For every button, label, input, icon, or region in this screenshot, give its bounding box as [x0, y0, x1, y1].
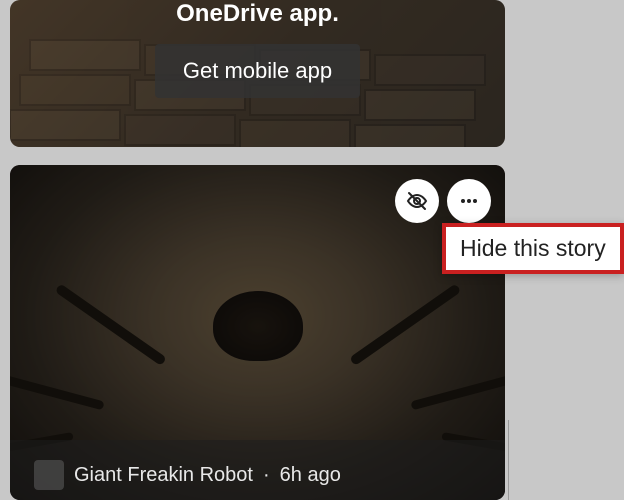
story-footer: Giant Freakin Robot · 6h ago: [10, 440, 505, 500]
meta-separator: ·: [263, 464, 270, 487]
hide-icon: [405, 189, 429, 213]
more-icon: [457, 189, 481, 213]
source-logo-icon: [34, 460, 64, 490]
hide-story-button[interactable]: [395, 179, 439, 223]
story-time: 6h ago: [280, 464, 341, 487]
get-mobile-app-button[interactable]: Get mobile app: [155, 44, 360, 98]
promo-title: OneDrive app.: [10, 0, 505, 28]
news-story-card[interactable]: Giant Freakin Robot · 6h ago: [10, 165, 505, 500]
hide-story-tooltip: Hide this story: [442, 223, 624, 274]
story-source: Giant Freakin Robot: [74, 464, 253, 487]
vertical-divider: [508, 420, 509, 500]
more-options-button[interactable]: [447, 179, 491, 223]
onedrive-promo-card: OneDrive app. Get mobile app: [10, 0, 505, 147]
story-actions: [395, 179, 491, 223]
